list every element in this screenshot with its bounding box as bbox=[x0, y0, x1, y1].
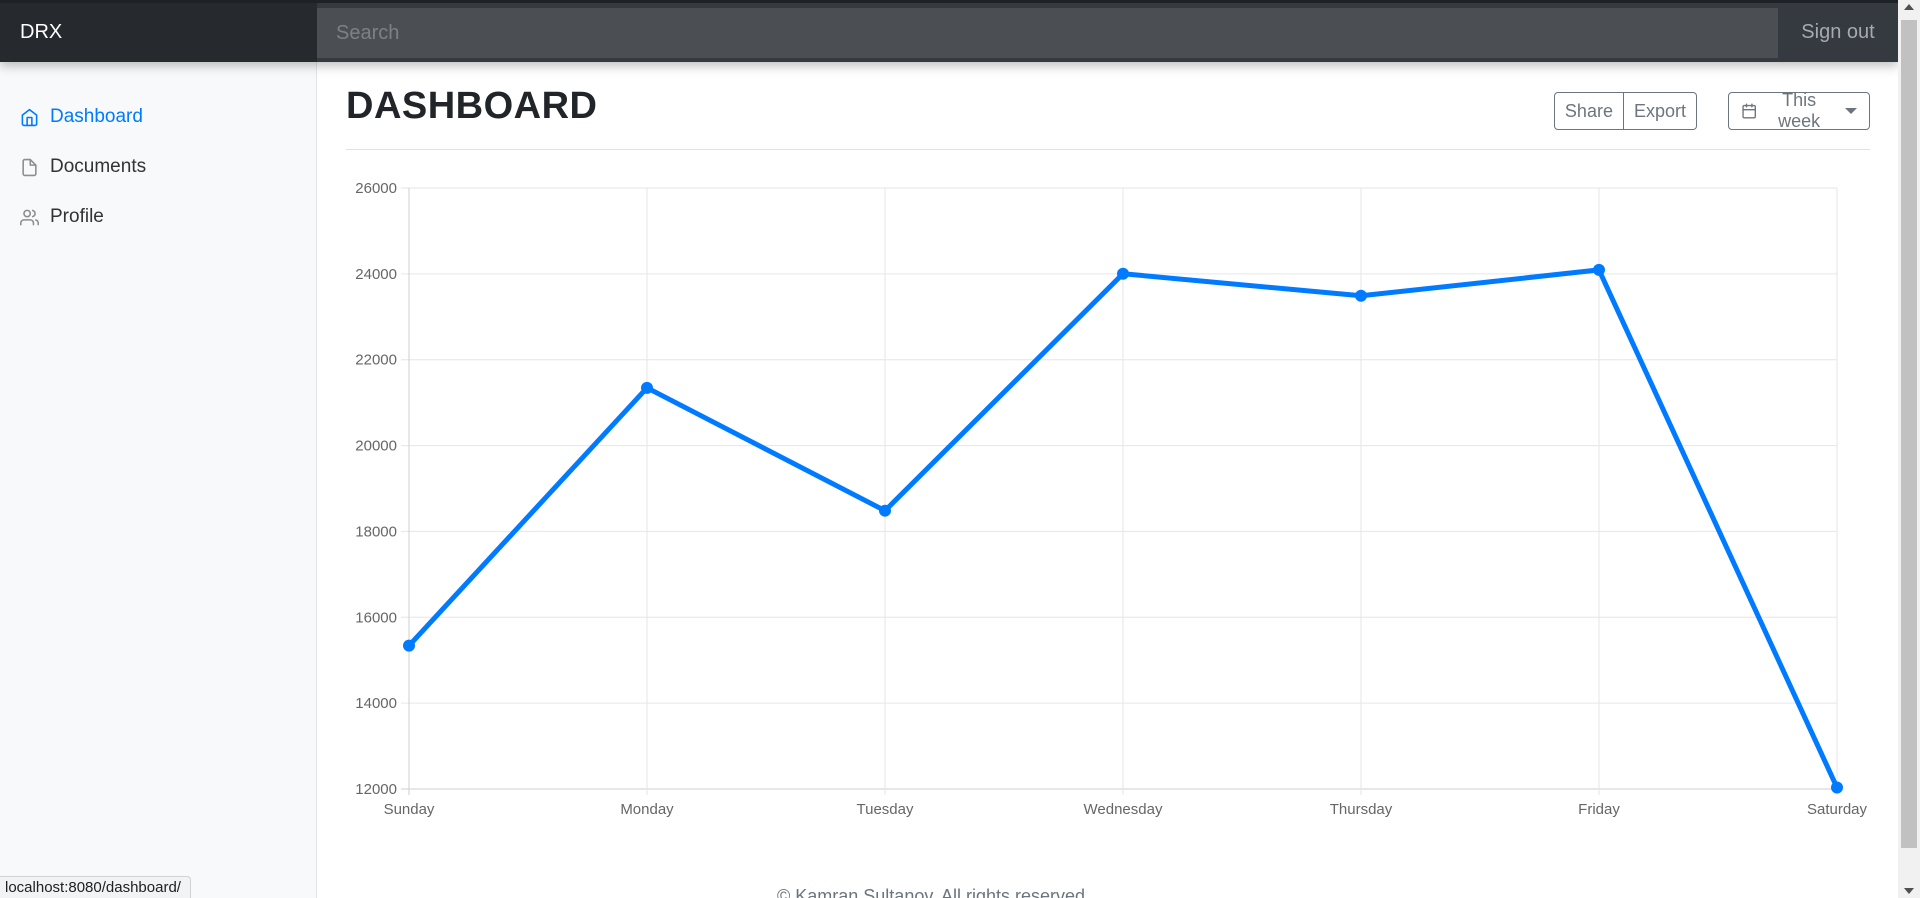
action-button-group: Share Export bbox=[1553, 92, 1697, 130]
y-tick-label: 12000 bbox=[355, 781, 397, 798]
scroll-up-arrow-icon[interactable] bbox=[1904, 4, 1914, 10]
export-button[interactable]: Export bbox=[1623, 92, 1697, 130]
y-tick-label: 26000 bbox=[355, 180, 397, 197]
sidebar-item-label: Profile bbox=[50, 206, 104, 227]
file-icon bbox=[22, 158, 37, 176]
sidebar-item-label: Documents bbox=[50, 156, 147, 177]
x-tick-label: Friday bbox=[1578, 801, 1620, 818]
data-point bbox=[1593, 263, 1605, 276]
data-point bbox=[1831, 781, 1843, 794]
share-button[interactable]: Share bbox=[1553, 92, 1624, 130]
data-point bbox=[879, 504, 891, 517]
sidebar-item-documents[interactable]: Documents bbox=[0, 142, 316, 192]
x-tick-label: Tuesday bbox=[857, 801, 914, 818]
sidebar-item-label: Dashboard bbox=[50, 106, 143, 127]
data-point bbox=[1117, 267, 1129, 280]
data-point bbox=[403, 639, 415, 652]
x-tick-label: Sunday bbox=[384, 801, 435, 818]
y-tick-label: 24000 bbox=[355, 266, 397, 283]
navbar-top-edge bbox=[0, 0, 1898, 3]
footer-copyright: © Kamran Sultanov. All rights reserved. bbox=[777, 886, 1091, 898]
sign-out-link[interactable]: Sign out bbox=[1778, 0, 1898, 62]
scrollbar[interactable] bbox=[1898, 0, 1920, 898]
sidebar: Dashboard Documents Profile bbox=[0, 62, 317, 898]
search-input[interactable] bbox=[317, 8, 1778, 58]
page-title: DASHBOARD bbox=[346, 85, 598, 127]
x-tick-label: Thursday bbox=[1330, 801, 1393, 818]
calendar-icon bbox=[1742, 103, 1756, 119]
data-point bbox=[641, 381, 653, 394]
y-tick-label: 22000 bbox=[355, 352, 397, 369]
scrollbar-thumb[interactable] bbox=[1901, 20, 1917, 848]
y-tick-label: 18000 bbox=[355, 523, 397, 540]
brand-logo[interactable]: DRX bbox=[0, 0, 317, 62]
home-icon bbox=[21, 108, 38, 126]
x-tick-label: Monday bbox=[620, 801, 674, 818]
status-url-tooltip: localhost:8080/dashboard/ bbox=[0, 876, 191, 898]
period-dropdown-button[interactable]: This week bbox=[1728, 90, 1870, 131]
y-tick-label: 20000 bbox=[355, 438, 397, 455]
scroll-down-arrow-icon[interactable] bbox=[1904, 888, 1914, 894]
data-point bbox=[1355, 289, 1367, 302]
users-icon bbox=[20, 209, 39, 225]
y-tick-label: 14000 bbox=[355, 695, 397, 712]
chevron-down-icon bbox=[1845, 108, 1857, 114]
x-tick-label: Saturday bbox=[1807, 801, 1868, 818]
x-tick-label: Wednesday bbox=[1084, 801, 1163, 818]
y-tick-label: 16000 bbox=[355, 609, 397, 626]
top-navbar: DRX Sign out bbox=[0, 0, 1898, 62]
sidebar-item-profile[interactable]: Profile bbox=[0, 192, 316, 242]
series-line bbox=[406, 267, 1840, 791]
header-divider bbox=[346, 149, 1870, 150]
period-label: This week bbox=[1778, 90, 1821, 131]
sidebar-item-dashboard[interactable]: Dashboard bbox=[0, 92, 316, 142]
